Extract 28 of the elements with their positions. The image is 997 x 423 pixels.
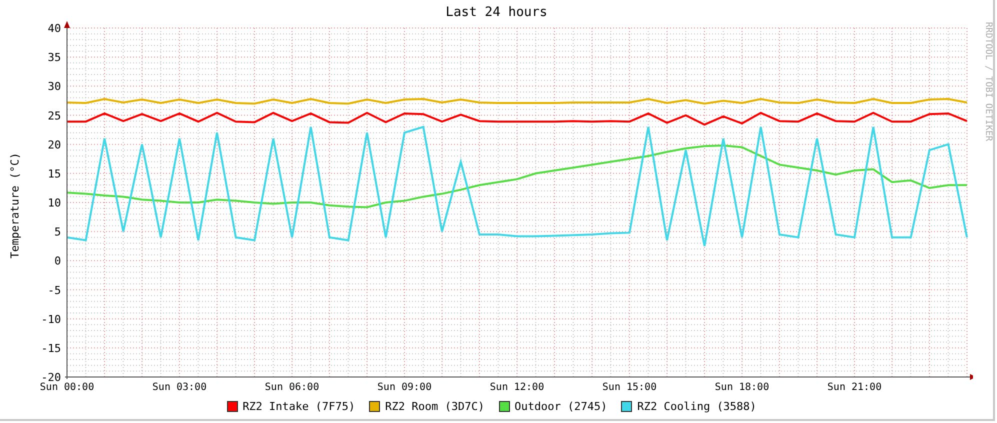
y-axis-label: Temperature (°C): [8, 152, 22, 258]
y-tick-label: -10: [41, 312, 61, 326]
legend-label: RZ2 Room (3D7C): [385, 400, 484, 413]
x-tick-label: Sun 12:00: [490, 382, 544, 392]
x-tick-label: Sun 03:00: [152, 382, 207, 392]
y-tick-label: -5: [48, 284, 61, 297]
y-tick-label: 30: [48, 80, 61, 94]
credit-text: RRDTOOL / TOBI OETIKER: [983, 22, 993, 142]
y-tick-label: 10: [48, 196, 61, 210]
legend-label: Outdoor (2745): [514, 400, 608, 413]
x-tick-label: Sun 21:00: [827, 382, 882, 392]
y-tick-label: -20: [41, 371, 61, 384]
y-tick-label: 35: [48, 51, 61, 64]
x-tick-label: Sun 18:00: [714, 382, 770, 392]
y-tick-label: -15: [41, 342, 61, 355]
y-tick-label: 40: [48, 22, 61, 35]
y-tick-label: 0: [54, 254, 61, 268]
y-tick-label: 5: [54, 226, 61, 239]
x-tick-label: Sun 06:00: [264, 382, 320, 392]
y-tick-label: 25: [48, 109, 61, 122]
chart-title: Last 24 hours: [444, 4, 548, 20]
legend-label: RZ2 Cooling (3588): [637, 400, 756, 413]
x-tick-label: Sun 15:00: [602, 382, 657, 392]
y-tick-label: 15: [48, 167, 61, 180]
y-tick-label: 20: [48, 138, 61, 152]
x-tick-label: Sun 09:00: [377, 382, 432, 392]
x-tick-label: Sun 00:00: [40, 382, 94, 392]
legend-label: RZ2 Intake (7F75): [242, 400, 356, 413]
